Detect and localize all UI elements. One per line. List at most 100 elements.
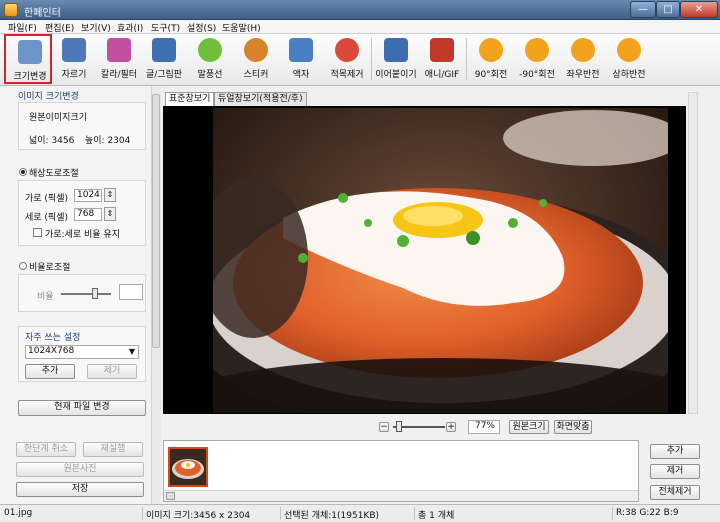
- history-controls: 한단계 취소 재실행 원본사진 저장: [0, 436, 158, 504]
- preset-select[interactable]: 1024X768 ▼: [25, 345, 139, 359]
- tool-label: 상하반전: [612, 70, 646, 80]
- tab-dual-view[interactable]: 듀얼창보기(적용전/후): [214, 92, 307, 106]
- rotate-right-icon: [479, 38, 503, 62]
- close-button[interactable]: ✕: [680, 1, 718, 18]
- maximize-button[interactable]: □: [656, 1, 680, 18]
- status-selected: 선택된 개체:1(1951KB): [284, 511, 380, 521]
- presets-box: 자주 쓰는 설정 1024X768 ▼ 추가 제거: [18, 326, 146, 382]
- menu-view[interactable]: 보기(V): [81, 21, 111, 34]
- tab-standard-view[interactable]: 표준창보기: [165, 92, 215, 106]
- status-filename: 01.jpg: [4, 508, 33, 518]
- menu-edit[interactable]: 편집(E): [45, 21, 74, 34]
- add-file-button[interactable]: 추가: [650, 444, 700, 459]
- scroll-left-icon[interactable]: [166, 492, 175, 500]
- fried-rice-photo: [213, 108, 668, 413]
- original-width: 넓이: 3456: [29, 136, 75, 146]
- undo-button[interactable]: 한단계 취소: [16, 442, 76, 457]
- frame-icon: [289, 38, 313, 62]
- by-ratio-label: 비율로조절: [29, 263, 71, 273]
- width-pixel-label: 가로 (픽셀): [25, 194, 69, 204]
- window-title: 한페인터: [24, 8, 61, 19]
- panel-title: 이미지 크기변경: [18, 92, 79, 102]
- resize-icon: [18, 40, 42, 64]
- radio-by-resolution[interactable]: [19, 168, 27, 176]
- tool-flip-vertical[interactable]: 상하반전: [605, 34, 653, 84]
- status-separator: [280, 507, 281, 520]
- minimize-button[interactable]: —: [630, 1, 656, 18]
- ratio-input[interactable]: [119, 284, 143, 300]
- ratio-slider-track: [61, 293, 111, 295]
- crop-icon: [62, 38, 86, 62]
- gif-icon: [430, 38, 454, 62]
- radio-by-ratio[interactable]: [19, 262, 27, 270]
- zoom-value: 77%: [468, 420, 500, 434]
- width-pixel-input[interactable]: 1024: [74, 189, 102, 202]
- menu-tools[interactable]: 도구(T): [151, 21, 180, 34]
- ratio-box: 비율: [18, 274, 146, 312]
- merge-icon: [384, 38, 408, 62]
- thumbnail-item[interactable]: [168, 447, 208, 487]
- zoom-in-button[interactable]: +: [446, 422, 456, 432]
- original-size-button[interactable]: 원본크기: [509, 420, 549, 434]
- preset-value: 1024X768: [28, 346, 75, 356]
- menu-file[interactable]: 파일(F): [8, 21, 37, 34]
- menu-effect[interactable]: 효과(I): [117, 21, 143, 34]
- menu-bar: 파일(F) 편집(E) 보기(V) 효과(I) 도구(T) 설정(S) 도움말(…: [0, 20, 720, 34]
- file-list-controls: 추가 제거 전체제거: [648, 440, 720, 502]
- menu-settings[interactable]: 설정(S): [187, 21, 216, 34]
- status-separator: [414, 507, 415, 520]
- presets-title: 자주 쓰는 설정: [25, 333, 81, 343]
- status-separator: [612, 507, 613, 520]
- original-size-box: 원본이미지크기 넓이: 3456 높이: 2304: [18, 102, 146, 150]
- zoom-bar: − + 77% 원본크기 화면맞춤: [163, 418, 690, 436]
- preset-add-button[interactable]: 추가: [25, 364, 75, 379]
- text-draw-icon: [152, 38, 176, 62]
- red-eye-icon: [335, 38, 359, 62]
- resolution-box: 가로 (픽셀) 1024 ⇕ 세로 (픽셀) 768 ⇕ 가로:세로 비율 유지: [18, 180, 146, 246]
- status-rgb: R:38 G:22 B:9: [616, 508, 679, 518]
- keep-ratio-checkbox[interactable]: [33, 228, 42, 237]
- title-bar: 한페인터 — □ ✕: [0, 0, 720, 20]
- apply-current-file-button[interactable]: 현재 파일 변경: [18, 400, 146, 416]
- save-button[interactable]: 저장: [16, 482, 144, 497]
- thumbnail-image: [170, 449, 206, 485]
- ratio-slider-handle[interactable]: [92, 288, 98, 299]
- height-stepper[interactable]: ⇕: [104, 207, 116, 221]
- flip-vertical-icon: [617, 38, 641, 62]
- original-size-title: 원본이미지크기: [29, 113, 87, 123]
- speech-bubble-icon: [198, 38, 222, 62]
- canvas-scrollbar[interactable]: [688, 92, 698, 414]
- flip-horizontal-icon: [571, 38, 595, 62]
- remove-all-button[interactable]: 전체제거: [650, 485, 700, 500]
- tool-gif[interactable]: 애니/GIF: [418, 34, 466, 84]
- chevron-down-icon: ▼: [128, 347, 135, 356]
- app-icon: [4, 3, 18, 17]
- status-separator: [142, 507, 143, 520]
- tool-red-eye[interactable]: 적목제거: [323, 34, 371, 84]
- preset-remove-button[interactable]: 제거: [87, 364, 137, 379]
- keep-ratio-label: 가로:세로 비율 유지: [45, 230, 120, 240]
- status-bar: 01.jpg 이미지 크기:3456 x 2304 선택된 개체:1(1951K…: [0, 504, 720, 522]
- zoom-out-button[interactable]: −: [379, 422, 389, 432]
- height-pixel-input[interactable]: 768: [74, 208, 102, 221]
- preview-photo: [213, 108, 668, 413]
- rotate-left-icon: [525, 38, 549, 62]
- redo-button[interactable]: 재실행: [83, 442, 143, 457]
- height-pixel-label: 세로 (픽셀): [25, 213, 69, 223]
- ratio-label: 비율: [37, 292, 54, 302]
- view-tabs: 표준창보기 듀얼창보기(적용전/후): [163, 92, 690, 106]
- fit-screen-button[interactable]: 화면맞춤: [554, 420, 592, 434]
- thumbnail-scrollbar[interactable]: [164, 490, 638, 501]
- status-total: 총 1 개체: [418, 511, 455, 521]
- by-resolution-label: 해상도로조절: [29, 169, 79, 179]
- menu-help[interactable]: 도움말(H): [222, 21, 261, 34]
- original-photo-button[interactable]: 원본사진: [16, 462, 144, 477]
- left-panel-scroll-thumb[interactable]: [152, 94, 160, 348]
- original-height: 높이: 2304: [85, 136, 131, 146]
- remove-file-button[interactable]: 제거: [650, 464, 700, 479]
- filter-icon: [107, 38, 131, 62]
- zoom-slider-handle[interactable]: [395, 421, 402, 432]
- width-stepper[interactable]: ⇕: [104, 188, 116, 202]
- status-image-size: 이미지 크기:3456 x 2304: [146, 511, 251, 521]
- sticker-icon: [244, 38, 268, 62]
